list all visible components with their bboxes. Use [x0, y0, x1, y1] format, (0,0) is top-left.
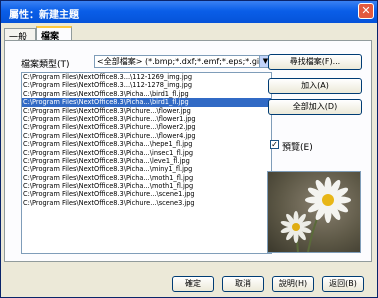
file-list-item[interactable]: C:\Program Files\NextOffice8.3\Picha...\…: [22, 149, 271, 157]
add-all-button[interactable]: 全部加入(D): [268, 99, 362, 115]
filetype-select[interactable]: <全部檔案> (*.bmp;*.dxf;*.emf;*.eps;*.gif;*.…: [94, 55, 272, 68]
file-list-item[interactable]: C:\Program Files\NextOffice8.3\Picha...\…: [22, 182, 271, 190]
help-button[interactable]: 說明(H): [272, 276, 314, 292]
add-button[interactable]: 加入(A): [268, 78, 362, 94]
close-icon: ✕: [361, 4, 371, 17]
find-file-button[interactable]: 尋找檔案(F)...: [268, 54, 362, 70]
cancel-button[interactable]: 取消: [222, 276, 264, 292]
file-list-item[interactable]: C:\Program Files\NextOffice8.3\Pichure..…: [22, 199, 271, 207]
file-list-item[interactable]: C:\Program Files\NextOffice8.3...\112-12…: [22, 81, 271, 89]
file-list-item[interactable]: C:\Program Files\NextOffice8.3\Pichure..…: [22, 115, 271, 123]
file-list-item[interactable]: C:\Program Files\NextOffice8.3\Picha...\…: [22, 140, 271, 148]
file-list[interactable]: C:\Program Files\NextOffice8.3...\112-12…: [21, 72, 272, 254]
filetype-value: <全部檔案> (*.bmp;*.dxf;*.emf;*.eps;*.gif;*.…: [97, 57, 272, 66]
filetype-label: 檔案類型(T): [21, 60, 70, 70]
file-list-item[interactable]: C:\Program Files\NextOffice8.3\Picha...\…: [22, 165, 271, 173]
daisy-photo-image: [268, 172, 360, 252]
close-button[interactable]: ✕: [358, 3, 374, 19]
title-bar[interactable]: 屬性：新建主題 ✕: [1, 1, 377, 23]
file-list-item[interactable]: C:\Program Files\NextOffice8.3\Pichure..…: [22, 123, 271, 131]
file-list-item[interactable]: C:\Program Files\NextOffice8.3\Picha...\…: [22, 90, 271, 98]
check-icon: ✓: [271, 140, 278, 149]
ok-button[interactable]: 確定: [172, 276, 214, 292]
file-list-item[interactable]: C:\Program Files\NextOffice8.3\Picha...\…: [22, 174, 271, 182]
tab-file[interactable]: 檔案: [36, 26, 72, 42]
back-button[interactable]: 返回(B): [322, 276, 364, 292]
file-list-item[interactable]: C:\Program Files\NextOffice8.3\Pichure..…: [22, 132, 271, 140]
file-list-item[interactable]: C:\Program Files\NextOffice8.3\Picha...\…: [22, 157, 271, 165]
preview-image: [267, 171, 361, 253]
file-list-item[interactable]: C:\Program Files\NextOffice8.3\Pichure..…: [22, 190, 271, 198]
tab-general[interactable]: 一般: [4, 28, 36, 43]
preview-checkbox[interactable]: ✓: [270, 140, 279, 149]
file-list-item[interactable]: C:\Program Files\NextOffice8.3...\112-12…: [22, 73, 271, 81]
file-list-item[interactable]: C:\Program Files\NextOffice8.3\Picha...\…: [22, 98, 271, 107]
preview-label: 預覽(E): [282, 143, 313, 153]
file-list-item[interactable]: C:\Program Files\NextOffice8.3\Pichure..…: [22, 107, 271, 115]
window-title: 屬性：新建主題: [9, 10, 79, 21]
